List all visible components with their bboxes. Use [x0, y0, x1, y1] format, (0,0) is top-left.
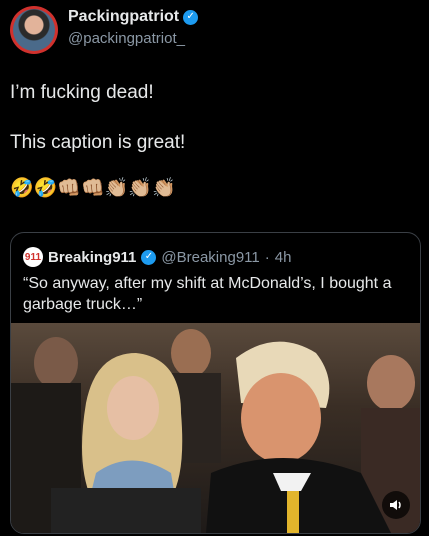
author-avatar[interactable] [10, 6, 58, 54]
speaker-icon [390, 500, 401, 510]
mute-toggle-button[interactable] [382, 491, 410, 519]
author-handle[interactable]: @packingpatriot_ [68, 30, 185, 47]
post-text-line-1: I’m fucking dead! [10, 82, 154, 103]
quoted-display-name[interactable]: Breaking911 [48, 249, 136, 266]
verified-badge-icon: ✓ [183, 9, 199, 25]
time-separator: · [264, 248, 270, 266]
media-illustration [11, 329, 420, 533]
avatar-photo [13, 9, 55, 51]
quoted-post-text: “So anyway, after my shift at McDonald’s… [23, 275, 392, 313]
quoted-post-card[interactable]: 911 Breaking911 ✓ @Breaking911 · 4h “So … [10, 232, 421, 534]
post-header: Packingpatriot ✓ @packingpatriot_ [8, 5, 421, 55]
quoted-post-header: 911 Breaking911 ✓ @Breaking911 · 4h [23, 247, 291, 267]
quoted-handle[interactable]: @Breaking911 [161, 249, 259, 266]
author-display-name[interactable]: Packingpatriot [68, 8, 179, 26]
author-name-row: Packingpatriot ✓ [68, 8, 199, 26]
breaking911-logo-icon: 911 [23, 247, 43, 267]
post-emoji-row: 🤣🤣👊🏼👊🏼👏🏼👏🏼👏🏼 [10, 178, 176, 199]
quoted-verified-badge-icon: ✓ [141, 249, 157, 265]
quoted-media-image[interactable] [11, 323, 420, 533]
logo-text: 911 [24, 251, 42, 263]
post-text-line-2: This caption is great! [10, 132, 186, 153]
quoted-timestamp[interactable]: 4h [275, 249, 292, 266]
